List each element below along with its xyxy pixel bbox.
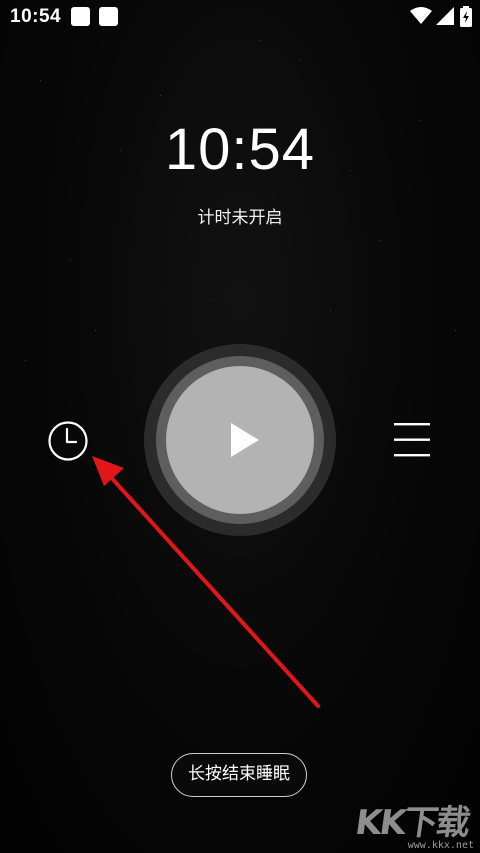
menu-button[interactable]: [393, 421, 431, 459]
notification-icon: [99, 7, 118, 26]
play-icon: [231, 423, 259, 457]
cell-signal-icon: [436, 7, 454, 25]
timer-button[interactable]: [47, 420, 89, 462]
notification-icon: [71, 7, 90, 26]
clock-icon: [48, 421, 88, 461]
status-time: 10:54: [10, 6, 62, 27]
battery-charging-icon: [460, 6, 472, 27]
status-bar: 10:54: [0, 0, 480, 34]
menu-icon: [394, 423, 430, 457]
timer-status: 计时未开启: [197, 208, 283, 228]
watermark-logo: KK下载: [352, 803, 472, 843]
end-sleep-button[interactable]: 长按结束睡眠: [171, 753, 307, 797]
clock-time: 10:54: [164, 117, 316, 182]
watermark-url: www.kkx.net: [407, 840, 474, 851]
wifi-icon: [410, 7, 432, 24]
watermark: KK下载 www.kkx.net: [352, 795, 478, 853]
sleep-timer-screen: 10:54 10:54 计时未开启 长按结束睡眠 KK下载 www.kkx.ne…: [0, 0, 480, 853]
